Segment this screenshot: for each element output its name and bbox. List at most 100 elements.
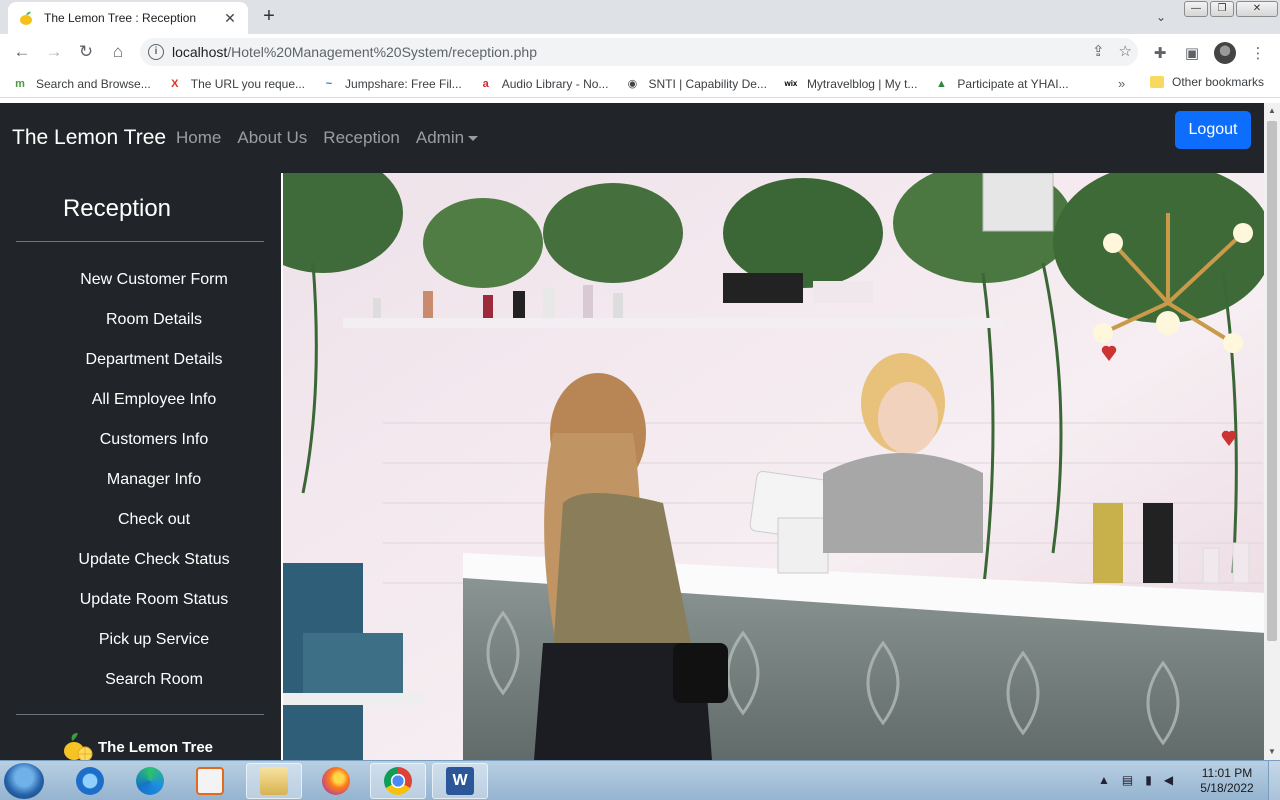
- minimize-icon[interactable]: —: [1184, 1, 1208, 17]
- profile-avatar-icon[interactable]: [1214, 42, 1236, 64]
- window-controls: — ❐ ✕: [1182, 1, 1278, 17]
- site-info-icon[interactable]: i: [148, 44, 164, 60]
- tab-title: The Lemon Tree : Reception: [44, 11, 197, 25]
- admin-label: Admin: [415, 128, 465, 147]
- nav-link-reception[interactable]: Reception: [323, 128, 400, 148]
- folder-icon: [1150, 76, 1164, 88]
- tray-device-icon[interactable]: ▤: [1122, 773, 1133, 787]
- share-icon[interactable]: ⇪: [1092, 42, 1105, 60]
- address-toolbar: ← → ↻ ⌂ i localhost/Hotel%20Management%2…: [0, 34, 1280, 70]
- back-icon[interactable]: ←: [10, 42, 34, 62]
- globe-icon: ◉: [627, 77, 638, 90]
- forward-icon[interactable]: →: [42, 42, 66, 62]
- sidebar-item-all-employee-info[interactable]: All Employee Info: [28, 385, 280, 425]
- sidebar-item-department-details[interactable]: Department Details: [28, 345, 280, 385]
- tray-network-icon[interactable]: ▮: [1145, 773, 1152, 787]
- scrollbar-thumb[interactable]: [1267, 121, 1277, 641]
- url-path: /Hotel%20Management%20System/reception.p…: [227, 44, 538, 60]
- sidebar-item-check-out[interactable]: Check out: [28, 505, 280, 545]
- taskbar-word-icon[interactable]: W: [432, 763, 488, 799]
- start-button-icon[interactable]: [4, 763, 44, 799]
- scroll-up-arrow-icon[interactable]: ▲: [1264, 103, 1280, 119]
- system-tray: ▲ ▤ ▮ ◀: [1098, 773, 1173, 787]
- home-icon[interactable]: ⌂: [106, 42, 130, 62]
- tray-volume-icon[interactable]: ◀: [1164, 773, 1173, 787]
- bookmarks-bar: m Search and Browse... X The URL you reque.…: [0, 70, 1280, 98]
- nav-link-home[interactable]: Home: [176, 128, 221, 148]
- side-panel-icon[interactable]: ▣: [1182, 44, 1202, 62]
- show-desktop-button[interactable]: [1268, 761, 1280, 800]
- clock-time: 11:01 PM: [1201, 766, 1253, 780]
- tab-close-icon[interactable]: ✕: [222, 10, 238, 27]
- bookmark-label: Audio Library - No...: [501, 76, 609, 91]
- sidebar-footer-brand[interactable]: The Lemon Tree: [62, 731, 213, 760]
- reception-hero-image: [281, 173, 1264, 760]
- browser-menu-icon[interactable]: ⋮: [1248, 44, 1268, 62]
- bookmark-item[interactable]: ~ Jumpshare: Free Fil...: [321, 76, 462, 92]
- tab-search-chevron-icon[interactable]: ⌄: [1150, 6, 1172, 28]
- sidebar-item-update-room-status[interactable]: Update Room Status: [28, 585, 280, 625]
- bookmark-item[interactable]: a Audio Library - No...: [478, 76, 609, 92]
- bookmark-star-icon[interactable]: ☆: [1119, 42, 1132, 60]
- other-bookmarks-folder[interactable]: Other bookmarks: [1150, 75, 1264, 89]
- ms-icon: m: [15, 77, 25, 90]
- omnibox[interactable]: i localhost/Hotel%20Management%20System/…: [140, 38, 1138, 66]
- browser-tab-strip: The Lemon Tree : Reception ✕ + ⌄ — ❐ ✕: [0, 0, 1280, 34]
- sidebar-item-customers-info[interactable]: Customers Info: [28, 425, 280, 465]
- taskbar-edge-icon[interactable]: [122, 763, 178, 799]
- url-text[interactable]: localhost/Hotel%20Management%20System/re…: [172, 44, 537, 60]
- taskbar-ie-icon[interactable]: [62, 763, 118, 799]
- nav-link-about-us[interactable]: About Us: [237, 128, 307, 148]
- lemon-logo-icon: [64, 733, 93, 760]
- reception-sidebar: Reception New Customer Form Room Details…: [0, 173, 280, 760]
- navbar-brand[interactable]: The Lemon Tree: [12, 126, 166, 150]
- taskbar-media-player-icon[interactable]: [182, 763, 238, 799]
- restore-icon[interactable]: ❐: [1210, 1, 1234, 17]
- sidebar-menu: New Customer Form Room Details Departmen…: [28, 265, 280, 705]
- bookmark-item[interactable]: m Search and Browse...: [12, 76, 151, 92]
- bookmark-label: Mytravelblog | My t...: [806, 76, 918, 91]
- bookmark-label: Jumpshare: Free Fil...: [345, 76, 462, 91]
- bookmark-label: SNTI | Capability De...: [648, 76, 767, 91]
- bookmark-label: Participate at YHAI...: [957, 76, 1069, 91]
- sidebar-item-search-room[interactable]: Search Room: [28, 665, 280, 705]
- reception-photo-illustration: [283, 173, 1264, 760]
- navbar-links: Home About Us Reception Admin: [176, 128, 479, 148]
- clock-date: 5/18/2022: [1200, 781, 1254, 795]
- taskbar-chrome-icon[interactable]: [370, 763, 426, 799]
- site-navbar: The Lemon Tree Home About Us Reception A…: [0, 103, 1264, 173]
- bookmark-item[interactable]: ▲ Participate at YHAI...: [933, 76, 1069, 92]
- reload-icon[interactable]: ↻: [74, 42, 98, 62]
- sidebar-item-manager-info[interactable]: Manager Info: [28, 465, 280, 505]
- jumpshare-icon: ~: [325, 77, 333, 90]
- sidebar-divider: [16, 241, 264, 242]
- new-tab-icon[interactable]: +: [256, 5, 282, 29]
- sidebar-item-new-customer-form[interactable]: New Customer Form: [28, 265, 280, 305]
- logout-button[interactable]: Logout: [1175, 111, 1251, 149]
- sidebar-item-room-details[interactable]: Room Details: [28, 305, 280, 345]
- scroll-down-arrow-icon[interactable]: ▼: [1264, 744, 1280, 760]
- tray-expand-icon[interactable]: ▲: [1098, 773, 1110, 787]
- x-icon: X: [171, 77, 179, 90]
- bookmark-label: Search and Browse...: [36, 76, 151, 91]
- bookmarks-overflow-icon[interactable]: »: [1118, 76, 1125, 91]
- page-scrollbar[interactable]: ▲ ▼: [1264, 103, 1280, 760]
- taskbar-clock[interactable]: 11:01 PM 5/18/2022: [1192, 766, 1262, 796]
- sidebar-title: Reception: [62, 195, 172, 222]
- sidebar-item-pick-up-service[interactable]: Pick up Service: [28, 625, 280, 665]
- taskbar-file-explorer-icon[interactable]: [246, 763, 302, 799]
- url-host: localhost: [172, 44, 228, 60]
- bookmark-item[interactable]: wix Mytravelblog | My t...: [783, 76, 917, 92]
- window-close-icon[interactable]: ✕: [1236, 1, 1278, 17]
- extensions-puzzle-icon[interactable]: ✚: [1150, 44, 1170, 62]
- sidebar-divider-bottom: [16, 714, 264, 715]
- nav-dropdown-admin[interactable]: Admin: [415, 128, 479, 148]
- web-page: The Lemon Tree Home About Us Reception A…: [0, 103, 1264, 760]
- bookmark-item[interactable]: X The URL you reque...: [167, 76, 305, 92]
- bookmark-item[interactable]: ◉ SNTI | Capability De...: [624, 76, 767, 92]
- browser-tab[interactable]: The Lemon Tree : Reception ✕: [8, 2, 248, 34]
- sidebar-item-update-check-status[interactable]: Update Check Status: [28, 545, 280, 585]
- lemon-favicon-icon: [20, 11, 32, 25]
- taskbar-firefox-icon[interactable]: [308, 763, 364, 799]
- other-bookmarks-label: Other bookmarks: [1172, 75, 1265, 89]
